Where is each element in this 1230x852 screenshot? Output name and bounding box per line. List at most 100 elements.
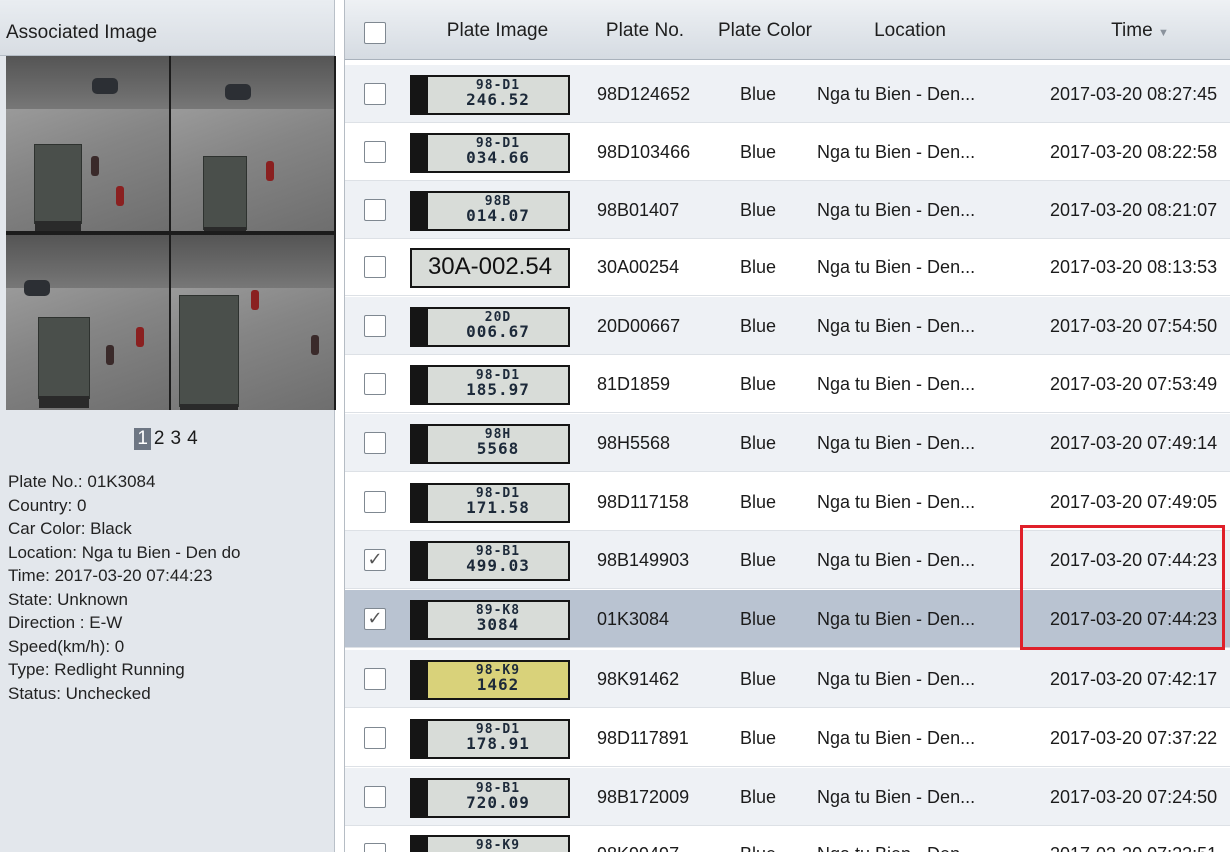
- row-checkbox[interactable]: [364, 491, 386, 513]
- plate-image-text: 30A-002.54: [412, 250, 568, 286]
- detail-country: Country: 0: [8, 495, 87, 515]
- time-cell: 2017-03-20 07:24:50: [1050, 787, 1218, 807]
- plate-image-text: 98-B1 720.09: [428, 780, 568, 816]
- row-checkbox[interactable]: [364, 727, 386, 749]
- plate-image-text: 98-D1 185.97: [428, 367, 568, 403]
- column-header-location[interactable]: Location: [835, 20, 985, 42]
- table-row[interactable]: 98-K99497 98K99497 Blue Nga tu Bien - Den..…: [345, 825, 1230, 852]
- plate-color-cell: Blue: [740, 844, 776, 852]
- location-cell: Nga tu Bien - Den...: [817, 550, 976, 570]
- row-checkbox[interactable]: [364, 256, 386, 278]
- detail-location: Location: Nga tu Bien - Den do: [8, 542, 241, 562]
- table-row[interactable]: 98-D1 178.91 98D117891 Blue Nga tu Bien - De…: [345, 709, 1230, 767]
- row-checkbox[interactable]: [364, 843, 386, 852]
- row-checkbox[interactable]: [364, 199, 386, 221]
- page-3-link[interactable]: 3: [168, 428, 185, 450]
- row-checkbox[interactable]: [364, 141, 386, 163]
- plate-image[interactable]: 98-D1 185.97: [410, 365, 570, 405]
- table-row[interactable]: 30A-002.54 30A00254 Blue Nga tu Bien - Den.…: [345, 238, 1230, 296]
- location-cell: Nga tu Bien - Den...: [817, 492, 976, 512]
- time-cell: 2017-03-20 07:23:51: [1050, 844, 1217, 852]
- page-2-link[interactable]: 2: [151, 428, 168, 450]
- plate-image[interactable]: 98-K99497: [410, 835, 570, 852]
- plate-image[interactable]: 98-D1 246.52: [410, 75, 570, 115]
- detail-direction: Direction : E-W: [8, 613, 123, 632]
- image-quadrant: [6, 56, 169, 231]
- location-cell: Nga tu Bien - Den...: [817, 669, 976, 689]
- table-row[interactable]: 98-D1 171.58 98D117158 Blue Nga tu Bien - De…: [345, 473, 1230, 531]
- plate-color-cell: Blue: [740, 200, 777, 220]
- plate-image-text: 98-K9 1462: [428, 662, 568, 698]
- row-checkbox[interactable]: [364, 83, 386, 105]
- plate-image-text: 98B 014.07: [428, 193, 568, 229]
- location-cell: Nga tu Bien - Den...: [817, 609, 976, 629]
- plate-image[interactable]: 98-D1 178.91: [410, 719, 570, 759]
- plate-image[interactable]: 98B 014.07: [410, 191, 570, 231]
- associated-image-panel: Associated Image 12 3 4 Plate No.: 01K30…: [0, 0, 336, 852]
- plate-line-2: 499.03: [466, 556, 530, 575]
- time-cell: 2017-03-20 08:27:45: [1050, 84, 1218, 104]
- plate-image-text: 98-K99497: [428, 837, 568, 852]
- plate-image-text: 98-D1 171.58: [428, 485, 568, 521]
- plate-image[interactable]: 20D 006.67: [410, 307, 570, 347]
- image-quadrant: [171, 56, 334, 231]
- plate-no-cell: 98K91462: [597, 669, 680, 689]
- table-row[interactable]: 98H 5568 98H5568 Blue Nga tu Bien - Den... 20…: [345, 414, 1230, 472]
- detail-state: State: Unknown: [8, 589, 129, 609]
- table-row[interactable]: 98-D1 034.66 98D103466 Blue Nga tu Bien - De…: [345, 123, 1230, 181]
- plate-no-cell: 98D124652: [597, 84, 691, 104]
- plate-image[interactable]: 89-K8 3084: [410, 600, 570, 640]
- table-header: Plate Image Plate No. Plate Color Locati…: [345, 0, 1230, 60]
- image-quadrant: [6, 235, 169, 410]
- table-row[interactable]: 20D 006.67 20D00667 Blue Nga tu Bien - Den..…: [345, 297, 1230, 355]
- plate-image[interactable]: 98-B1 720.09: [410, 778, 570, 818]
- sort-desc-icon[interactable]: ▼: [1158, 27, 1169, 39]
- row-checkbox[interactable]: [364, 668, 386, 690]
- row-checkbox[interactable]: ✓: [364, 608, 386, 630]
- plate-image-text: 20D 006.67: [428, 309, 568, 345]
- table-row[interactable]: 98-D1 185.97 81D1859 Blue Nga tu Bien - Den.…: [345, 355, 1230, 413]
- plate-no-cell: 81D1859: [597, 374, 671, 394]
- table-row[interactable]: 98-D1 246.52 98D124652 Blue Nga tu Bien - De…: [345, 65, 1230, 123]
- plate-line-2: 171.58: [466, 498, 530, 517]
- detail-type: Type: Redlight Running: [8, 660, 185, 679]
- table-row[interactable]: 98B 014.07 98B01407 Blue Nga tu Bien - Den..…: [345, 181, 1230, 239]
- plate-image[interactable]: 30A-002.54: [410, 248, 570, 288]
- plate-line-2: 034.66: [466, 148, 530, 167]
- page-1-link[interactable]: 1: [134, 428, 151, 450]
- plate-no-cell: 98D117158: [597, 492, 689, 512]
- time-cell: 2017-03-20 07:49:05: [1050, 492, 1218, 512]
- checkmark-icon: ✓: [367, 608, 383, 628]
- detail-speed: Speed(km/h): 0: [8, 636, 125, 656]
- plate-image[interactable]: 98H 5568: [410, 424, 570, 464]
- location-cell: Nga tu Bien - Den...: [817, 433, 976, 453]
- location-cell: Nga tu Bien - Den...: [817, 84, 976, 104]
- page-4-link[interactable]: 4: [184, 428, 201, 450]
- plate-image[interactable]: 98-D1 034.66: [410, 133, 570, 173]
- column-header-plate-image[interactable]: Plate Image: [430, 20, 565, 42]
- plate-line-1: 30A-002.54: [427, 253, 553, 280]
- plate-image[interactable]: 98-K9 1462: [410, 660, 570, 700]
- associated-image[interactable]: [6, 56, 336, 410]
- table-row[interactable]: 98-K9 1462 98K91462 Blue Nga tu Bien - Den..…: [345, 650, 1230, 708]
- plate-color-cell: Blue: [740, 433, 777, 453]
- record-details: Plate No.: 01K3084 Country: 0 Car Color:…: [8, 470, 240, 705]
- table-row[interactable]: 98-B1 720.09 98B172009 Blue Nga tu Bien - De…: [345, 768, 1230, 826]
- plate-image[interactable]: 98-B1 499.03: [410, 541, 570, 581]
- plate-image-text: 98-D1 246.52: [428, 77, 568, 113]
- row-checkbox[interactable]: [364, 432, 386, 454]
- plate-no-cell: 30A00254: [597, 257, 680, 277]
- row-checkbox[interactable]: ✓: [364, 549, 386, 571]
- plate-line-2: 1462: [476, 675, 520, 694]
- plate-line-2: 178.91: [466, 734, 530, 753]
- column-header-plate-no[interactable]: Plate No.: [590, 20, 700, 42]
- plate-color-cell: Blue: [740, 609, 777, 629]
- row-checkbox[interactable]: [364, 315, 386, 337]
- row-checkbox[interactable]: [364, 373, 386, 395]
- select-all-checkbox[interactable]: [364, 22, 386, 44]
- column-header-time[interactable]: Time ▼: [1110, 20, 1170, 42]
- row-checkbox[interactable]: [364, 786, 386, 808]
- column-header-plate-color[interactable]: Plate Color: [710, 20, 820, 42]
- image-pager: 1234: [0, 428, 335, 450]
- plate-image[interactable]: 98-D1 171.58: [410, 483, 570, 523]
